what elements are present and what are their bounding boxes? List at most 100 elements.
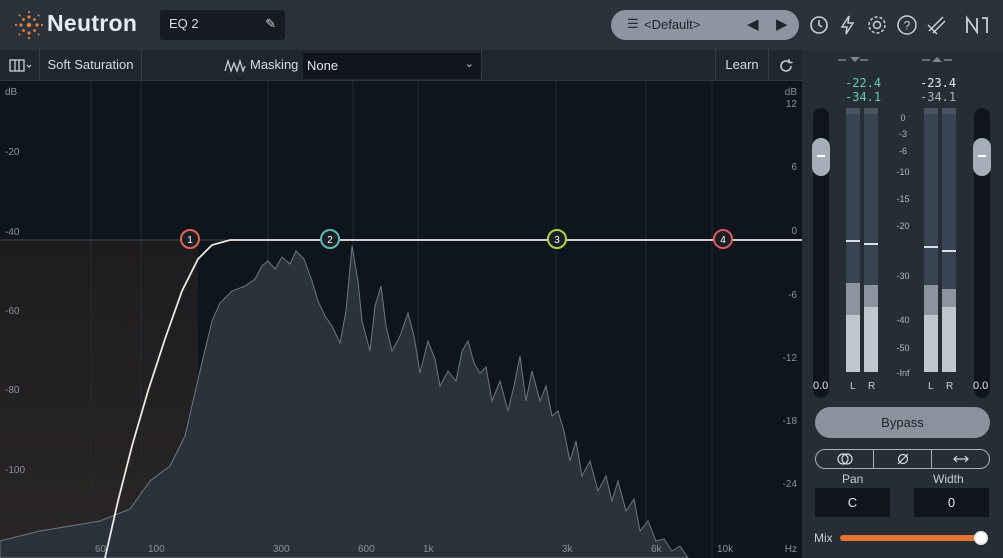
input-gain-value: 0.0 [813,380,829,392]
phase-invert-button[interactable] [874,450,932,468]
io-panel: -22.4 -34.1 -23.4 -34.1 0 -3 -6 -10 -15 … [802,50,1003,558]
width-label: Width [933,472,964,486]
svg-text:4: 4 [720,235,726,246]
reset-button[interactable] [769,50,802,81]
left-db-unit: dB [5,87,18,98]
pencil-icon[interactable]: ✎ [265,16,276,32]
left-db-label: -20 [5,147,20,158]
meter-scale-label: 0 [900,113,906,123]
app-header: Neutron EQ 2 ✎ ☰ <Default> ◀ ▶ ? [0,0,1003,50]
right-db-label: -18 [782,416,797,427]
meter-scale-label: -20 [896,221,910,231]
input-meter-right [864,108,878,372]
gear-icon[interactable] [864,11,890,39]
ni-logo-icon[interactable] [962,11,992,39]
mono-button[interactable] [816,450,874,468]
eq-node-1[interactable]: 1 [180,229,200,249]
phase-invert-icon [897,453,908,465]
left-db-label: -60 [5,306,20,317]
preset-name: <Default> [644,17,701,32]
mix-slider-handle[interactable] [974,531,988,545]
module-name-field[interactable]: EQ 2 ✎ [160,10,285,40]
meter-scale-label: -10 [896,167,910,177]
eq-display[interactable]: 1 2 3 4 dB -20 -40 -60 -80 -100 dB 12 6 … [0,81,802,558]
neutron-logo-icon [14,10,44,40]
right-db-label: -24 [782,479,797,490]
input-gain-fader-handle[interactable] [812,138,830,176]
toolbar-spacer [481,50,716,81]
right-db-label: 12 [785,99,797,110]
swap-channels-button[interactable] [932,450,989,468]
svg-text:1: 1 [187,235,193,246]
stereo-mode-segment [815,449,990,469]
output-meter-left [924,108,938,372]
freq-label: 10k [717,544,734,555]
learn-button[interactable]: Learn [716,50,769,81]
meter-scale-label: -3 [898,129,907,139]
meter-scale-label: -30 [896,271,910,281]
freq-label: 60 [95,544,107,555]
width-value-field[interactable]: 0 [914,488,989,517]
masking-source-value: None [307,58,339,73]
freq-label: 100 [148,544,165,555]
left-db-label: -40 [5,227,20,238]
eq-node-3[interactable]: 3 [547,229,567,249]
meter-scale-label: -15 [896,194,910,204]
module-name-text: EQ 2 [169,16,199,31]
preset-next-icon[interactable]: ▶ [776,15,788,33]
right-db-label: 6 [791,162,797,173]
meter-scale-label: -Inf [896,368,910,378]
mix-slider[interactable] [840,535,986,541]
waveform-icon [224,59,246,73]
freq-label: 300 [273,544,290,555]
saturation-mode-button[interactable]: Soft Saturation [40,50,142,81]
output-rms-value: -34.1 [920,90,957,104]
visual-mixer-icon[interactable] [924,11,950,39]
freq-label: 1k [423,544,434,555]
output-gain-value: 0.0 [973,380,989,392]
eq-node-2[interactable]: 2 [320,229,340,249]
mono-icon [836,453,853,465]
masking-source-select[interactable]: None ⌄ [303,53,481,79]
left-db-label: -80 [5,385,20,396]
chevron-down-icon: ⌄ [464,58,474,70]
input-meter-left [846,108,860,372]
right-db-unit: dB [784,87,797,98]
freq-unit: Hz [784,544,797,555]
masking-toggle[interactable]: Masking [142,50,302,81]
eq-toolbar: Soft Saturation Masking None ⌄ Learn [0,50,802,81]
freq-label: 600 [358,544,375,555]
input-peak-value: -22.4 [845,76,882,90]
view-toggle-button[interactable] [0,50,40,81]
svg-text:?: ? [904,19,911,33]
svg-text:3: 3 [554,235,560,246]
meter-scale-label: -50 [896,343,910,353]
freq-label: 6k [651,544,662,555]
bypass-button[interactable]: Bypass [815,407,990,438]
svg-text:2: 2 [327,235,333,246]
output-peak-value: -23.4 [920,76,957,90]
eq-graph: 1 2 3 4 [0,81,802,558]
pan-value-field[interactable]: C [815,488,890,517]
input-rms-value: -34.1 [845,90,882,104]
help-icon[interactable]: ? [894,11,920,39]
channel-right-label: R [868,381,876,392]
preset-selector[interactable]: ☰ <Default> ◀ ▶ [611,10,799,40]
app-title: Neutron [47,10,138,36]
history-icon[interactable] [806,11,832,39]
preset-list-icon[interactable]: ☰ [627,16,639,32]
swap-arrows-icon [952,455,969,463]
right-db-label: 0 [791,226,797,237]
right-db-label: -12 [782,353,797,364]
meter-scale-label: -6 [898,146,907,156]
lightning-icon[interactable] [835,11,861,39]
output-gain-fader-handle[interactable] [973,138,991,176]
meter-scale-label: -40 [896,315,910,325]
channel-left-label: L [928,381,934,392]
channel-right-label: R [946,381,954,392]
left-db-label: -100 [5,465,26,476]
pan-label: Pan [842,472,864,486]
mix-label: Mix [814,531,833,545]
preset-prev-icon[interactable]: ◀ [747,15,759,33]
eq-node-4[interactable]: 4 [713,229,733,249]
